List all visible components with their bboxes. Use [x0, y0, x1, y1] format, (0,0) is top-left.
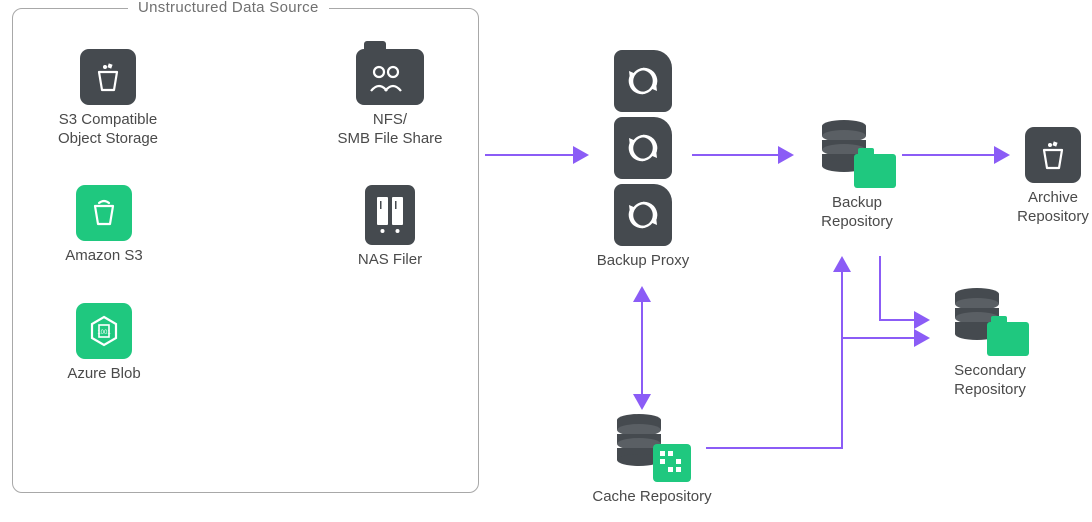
node-nfs-smb: NFS/SMB File Share [315, 49, 465, 149]
node-cache-repo: Cache Repository [582, 412, 722, 507]
bucket-icon [80, 49, 136, 105]
source-group-title: Unstructured Data Source [128, 0, 329, 16]
nas-icon [365, 185, 415, 245]
archive-icon [1025, 127, 1081, 183]
node-label: Backup Proxy [595, 252, 691, 271]
cache-icon [613, 412, 691, 482]
node-archive-repo: ArchiveRepository [1008, 127, 1092, 227]
fileshare-icon [356, 49, 424, 105]
svg-text:1001: 1001 [97, 330, 111, 336]
node-backup-proxy: Backup Proxy [595, 50, 691, 271]
node-label: ArchiveRepository [1008, 189, 1092, 227]
repo-icon [951, 286, 1029, 356]
node-azure-blob: 1001 Azure Blob [44, 303, 164, 384]
node-nas-filer: NAS Filer [330, 185, 450, 270]
node-backup-repo: BackupRepository [797, 118, 917, 232]
node-s3-compatible: S3 CompatibleObject Storage [33, 49, 183, 149]
node-label: BackupRepository [797, 194, 917, 232]
proxy-icon [595, 50, 691, 246]
node-label: Azure Blob [44, 365, 164, 384]
node-label: NAS Filer [330, 251, 450, 270]
node-label: NFS/SMB File Share [315, 111, 465, 149]
node-label: Cache Repository [582, 488, 722, 507]
node-label: Amazon S3 [44, 247, 164, 266]
node-secondary-repo: SecondaryRepository [930, 286, 1050, 400]
node-label: S3 CompatibleObject Storage [33, 111, 183, 149]
bucket-icon [76, 185, 132, 241]
node-label: SecondaryRepository [930, 362, 1050, 400]
repo-icon [818, 118, 896, 188]
blob-icon: 1001 [76, 303, 132, 359]
node-amazon-s3: Amazon S3 [44, 185, 164, 266]
